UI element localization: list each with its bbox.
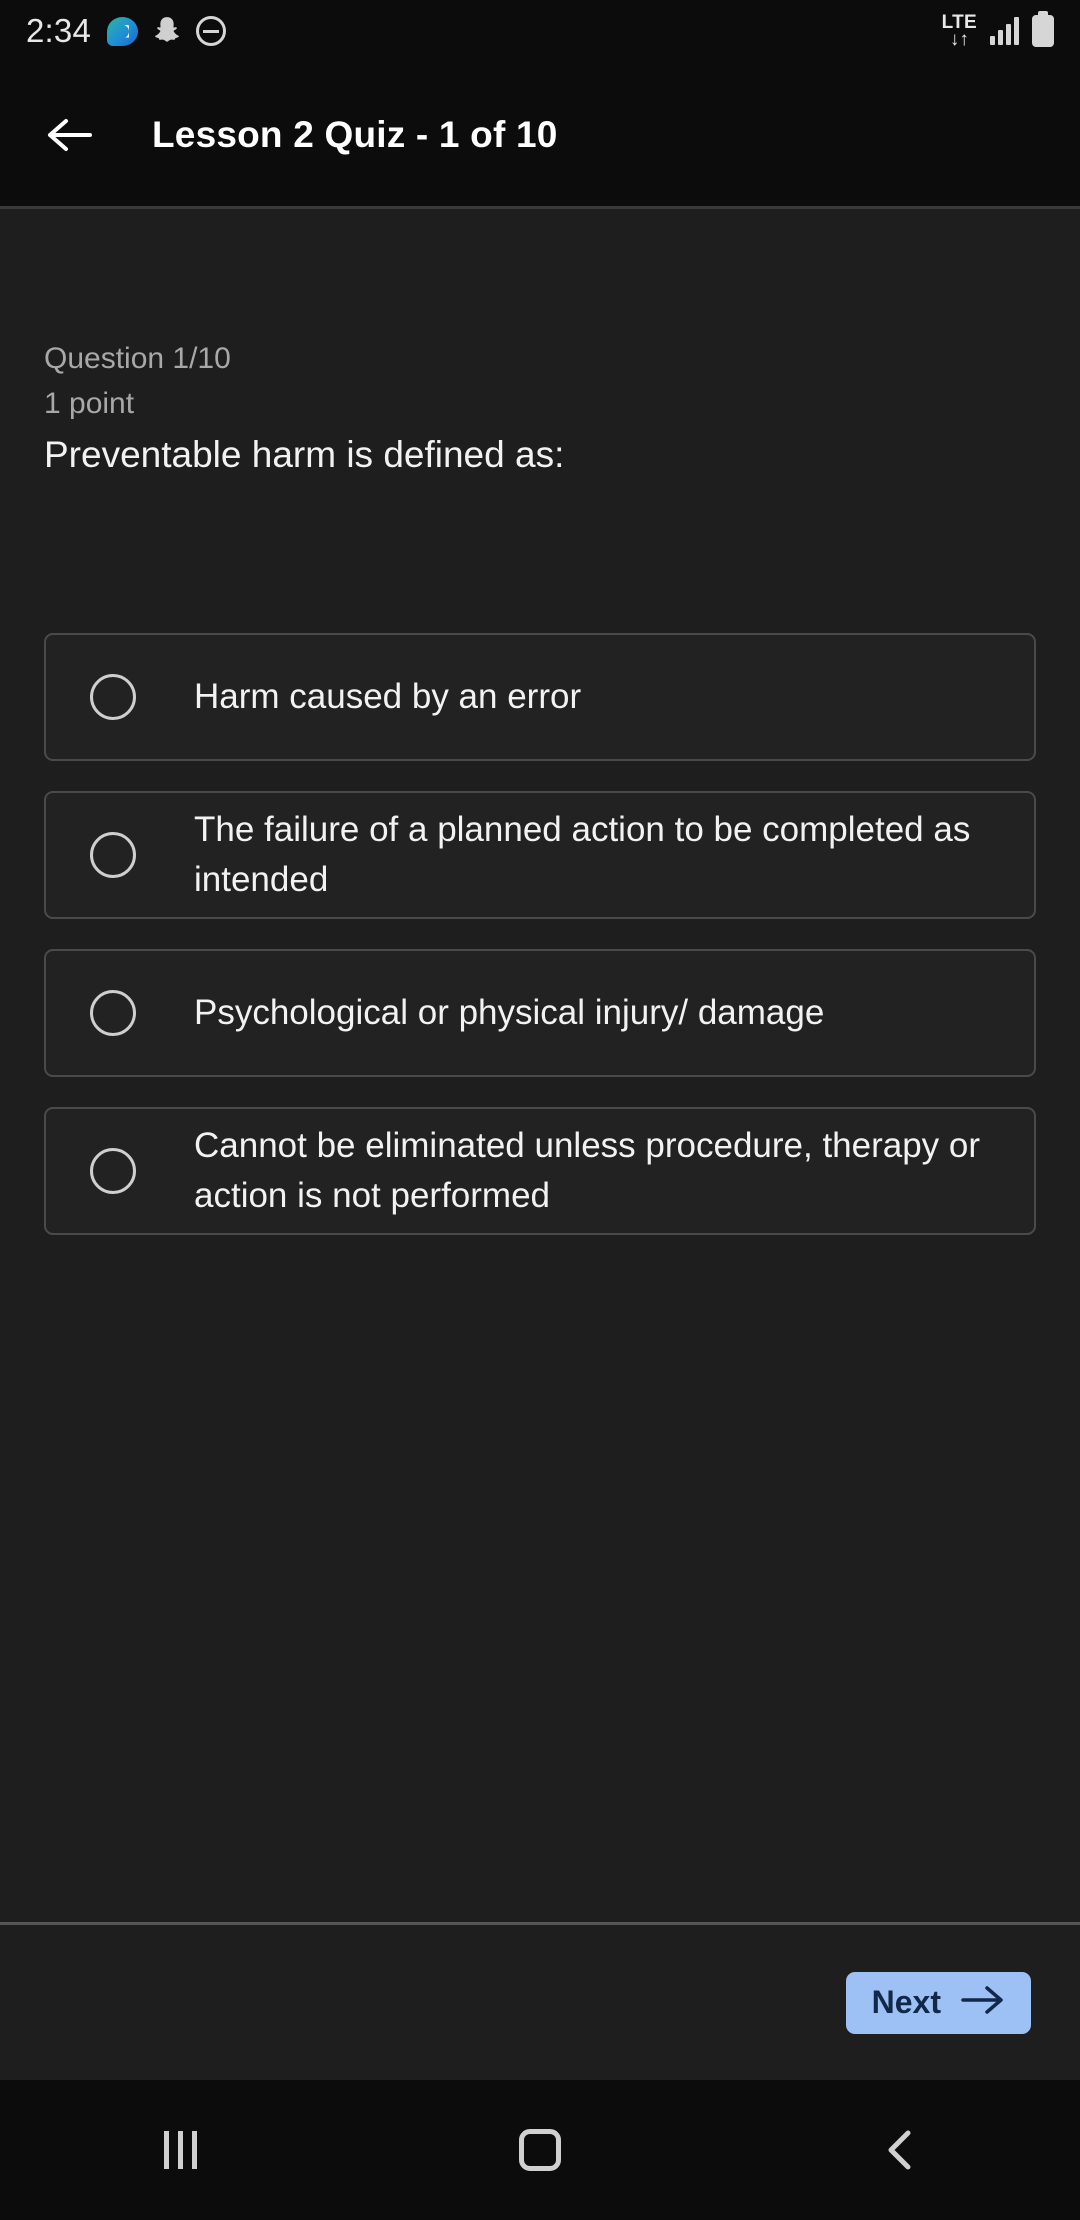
status-bar-left: 2:34 (26, 12, 227, 50)
answer-option-label: The failure of a planned action to be co… (194, 810, 971, 899)
radio-icon-d[interactable] (90, 1148, 136, 1194)
answer-options-list: Harm caused by an error The failure of a… (44, 633, 1036, 1265)
status-bar: 2:34 LTE ↓↑ (0, 0, 1080, 62)
answer-option-label: Harm caused by an error (194, 677, 582, 716)
radio-icon-b[interactable] (90, 832, 136, 878)
phone-screen: 2:34 LTE ↓↑ Lesson 2 Quiz - 1 of 10 Ques… (0, 0, 1080, 2220)
next-button[interactable]: Next (845, 1971, 1031, 2034)
answer-option-b[interactable]: The failure of a planned action to be co… (44, 791, 1036, 919)
quiz-content: Question 1/10 1 point Preventable harm i… (0, 209, 1080, 1922)
radio-icon-a[interactable] (90, 674, 136, 720)
answer-option-a[interactable]: Harm caused by an error (44, 633, 1036, 761)
question-counter: Question 1/10 (44, 342, 231, 375)
radio-icon-c[interactable] (90, 990, 136, 1036)
battery-icon (1032, 15, 1054, 47)
home-icon[interactable] (480, 2090, 600, 2210)
app-bar: Lesson 2 Quiz - 1 of 10 (0, 62, 1080, 208)
arrow-right-icon (961, 1985, 1005, 2020)
answer-option-label: Cannot be eliminated unless procedure, t… (194, 1126, 981, 1215)
answer-option-d[interactable]: Cannot be eliminated unless procedure, t… (44, 1107, 1036, 1235)
status-clock: 2:34 (26, 12, 92, 49)
snapchat-ghost-icon (154, 16, 180, 46)
question-points: 1 point (44, 387, 135, 420)
lte-icon: LTE ↓↑ (941, 12, 977, 50)
next-button-label: Next (871, 1984, 941, 2020)
do-not-disturb-icon (196, 16, 227, 46)
recents-icon[interactable] (120, 2090, 240, 2210)
message-bubble-icon (107, 16, 139, 46)
answer-option-label: Psychological or physical injury/ damage (194, 993, 825, 1032)
back-arrow-icon[interactable] (42, 107, 98, 163)
quiz-footer: Next (0, 1925, 1080, 2080)
answer-option-c[interactable]: Psychological or physical injury/ damage (44, 949, 1036, 1077)
question-prompt: Preventable harm is defined as: (44, 434, 565, 475)
status-bar-right: LTE ↓↑ (942, 13, 1054, 49)
android-nav-bar (0, 2080, 1080, 2220)
back-chevron-icon[interactable] (840, 2090, 960, 2210)
question-meta: Question 1/10 1 point (44, 336, 231, 426)
signal-strength-icon (990, 17, 1019, 45)
page-title: Lesson 2 Quiz - 1 of 10 (152, 114, 558, 155)
